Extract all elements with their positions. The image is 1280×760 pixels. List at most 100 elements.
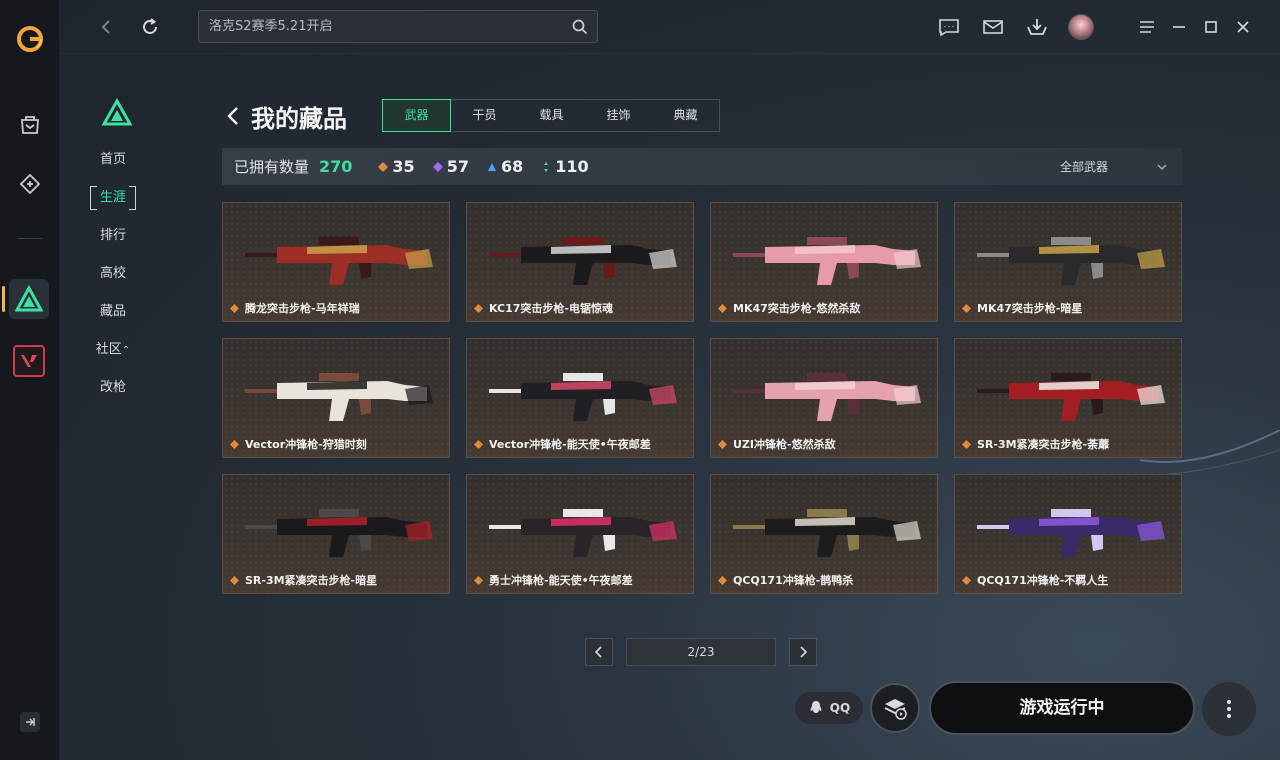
tab[interactable]: 武器 bbox=[382, 99, 451, 132]
rarity-gem-icon bbox=[230, 439, 239, 449]
collapse-sidebar-icon[interactable] bbox=[20, 712, 40, 732]
weapon-name: MK47突击步枪-暗星 bbox=[977, 302, 1083, 315]
close-icon[interactable] bbox=[1230, 14, 1256, 40]
weapon-image bbox=[733, 237, 921, 285]
rail-divider bbox=[18, 238, 42, 239]
weapon-caption: QCQ171冲锋枪-鹊鸭杀 bbox=[718, 572, 853, 588]
next-page-button[interactable] bbox=[789, 638, 817, 666]
main-area: 首页生涯排行高校藏品社区⌃ 改枪 我的藏品 武器干员载具挂饰典藏 已拥有数量 27… bbox=[60, 0, 1280, 760]
tab[interactable]: 典藏 bbox=[652, 100, 719, 131]
weapon-caption: QCQ171冲锋枪-不羁人生 bbox=[962, 572, 1108, 588]
weapon-caption: 勇士冲锋枪-能天使•午夜邮差 bbox=[474, 572, 633, 588]
avatar-image bbox=[1068, 14, 1094, 40]
weapon-filter-dropdown[interactable]: 全部武器 bbox=[1060, 148, 1168, 185]
back-arrow-icon[interactable] bbox=[94, 15, 118, 39]
delta-brand-icon bbox=[101, 97, 133, 128]
weapon-image bbox=[977, 237, 1165, 285]
nav-item[interactable]: 生涯 bbox=[90, 186, 136, 210]
weapon-card[interactable]: UZI冲锋枪-悠然杀敌 bbox=[710, 338, 938, 458]
weapon-card[interactable]: 腾龙突击步枪-马年祥瑞 bbox=[222, 202, 450, 322]
nav-item[interactable]: 首页 bbox=[90, 148, 136, 172]
prev-page-button[interactable] bbox=[585, 638, 613, 666]
qq-button[interactable]: QQ bbox=[795, 692, 863, 724]
rarity-count: 57 bbox=[432, 157, 469, 176]
weapon-card[interactable]: 勇士冲锋枪-能天使•午夜邮差 bbox=[466, 474, 694, 594]
weapon-image bbox=[489, 509, 677, 557]
nav-item-label: 排行 bbox=[99, 228, 126, 243]
category-tabs: 武器 干员 载具 挂饰 典藏 bbox=[382, 99, 720, 132]
user-avatar[interactable] bbox=[1068, 14, 1094, 40]
chat-icon[interactable] bbox=[936, 14, 962, 40]
active-indicator bbox=[2, 286, 5, 312]
nav-item-label: 改枪 bbox=[99, 380, 126, 395]
rarity-gem-icon bbox=[474, 439, 483, 449]
rarity-count-value: 57 bbox=[446, 157, 469, 176]
weapon-caption: Vector冲锋枪-能天使•午夜邮差 bbox=[474, 436, 651, 452]
weapon-card[interactable]: SR-3M紧凑突击步枪-暗星 bbox=[222, 474, 450, 594]
weapon-card[interactable]: Vector冲锋枪-能天使•午夜邮差 bbox=[466, 338, 694, 458]
valorant-app-icon[interactable] bbox=[13, 345, 45, 377]
rarity-gem-icon bbox=[718, 303, 727, 313]
minimize-icon[interactable] bbox=[1166, 14, 1192, 40]
ownership-stats-bar: 已拥有数量 270 35 57 68 110 全部武器 bbox=[222, 148, 1182, 185]
rarity-gem-icon bbox=[474, 303, 483, 313]
pagination: 2/23 bbox=[585, 638, 817, 666]
tab[interactable]: 载具 bbox=[518, 100, 585, 131]
rarity-count-value: 68 bbox=[500, 157, 524, 176]
weapon-card[interactable]: SR-3M紧凑突击步枪-荼蘼 bbox=[954, 338, 1182, 458]
weapon-name: MK47突击步枪-悠然杀敌 bbox=[733, 302, 861, 315]
nav-item[interactable]: 高校 bbox=[90, 262, 136, 286]
weapon-card[interactable]: MK47突击步枪-暗星 bbox=[954, 202, 1182, 322]
store-bag-icon[interactable] bbox=[16, 110, 44, 138]
back-chevron-icon[interactable] bbox=[225, 106, 241, 126]
download-icon[interactable] bbox=[1024, 14, 1050, 40]
search-input[interactable] bbox=[209, 11, 559, 42]
chevron-down-icon bbox=[1157, 163, 1167, 170]
owned-total: 270 bbox=[319, 157, 353, 176]
weapon-card[interactable]: QCQ171冲锋枪-不羁人生 bbox=[954, 474, 1182, 594]
weapon-image bbox=[245, 373, 433, 421]
qq-penguin-icon bbox=[810, 701, 822, 713]
search-box[interactable] bbox=[198, 10, 598, 43]
nav-item-label: 高校 bbox=[99, 266, 126, 281]
tab[interactable]: 干员 bbox=[451, 100, 518, 131]
rarity-gem-icon bbox=[474, 575, 483, 585]
nav-item[interactable]: 藏品 bbox=[90, 300, 136, 324]
rarity-gem-icon bbox=[230, 303, 239, 313]
rarity-count-value: 35 bbox=[392, 157, 415, 176]
delta-game-app-icon[interactable] bbox=[9, 279, 49, 319]
nav-item[interactable]: 社区⌃ bbox=[90, 338, 136, 362]
rarity-count: 68 bbox=[487, 157, 523, 176]
gamepad-icon[interactable] bbox=[16, 170, 44, 198]
weapon-image bbox=[977, 373, 1165, 421]
rarity-count-value: 110 bbox=[555, 157, 589, 176]
nav-item[interactable]: 改枪 bbox=[90, 376, 136, 400]
filter-label: 全部武器 bbox=[1059, 160, 1108, 174]
nav-item[interactable]: 排行 bbox=[90, 224, 136, 248]
weapon-caption: SR-3M紧凑突击步枪-荼蘼 bbox=[962, 436, 1109, 452]
mail-icon[interactable] bbox=[980, 14, 1006, 40]
rarity-gem-icon bbox=[378, 161, 389, 172]
game-running-button[interactable]: 游戏运行中 bbox=[929, 681, 1195, 735]
refresh-icon[interactable] bbox=[138, 15, 162, 39]
rarity-gem-icon bbox=[544, 161, 549, 172]
chevron-up-icon: ⌃ bbox=[121, 345, 131, 356]
search-icon[interactable] bbox=[571, 18, 589, 36]
weapon-card[interactable]: KC17突击步枪-电锯惊魂 bbox=[466, 202, 694, 322]
maximize-icon[interactable] bbox=[1198, 14, 1224, 40]
accelerator-button[interactable] bbox=[870, 683, 920, 733]
menu-icon[interactable] bbox=[1134, 14, 1160, 40]
launcher-logo-icon[interactable] bbox=[15, 24, 45, 54]
weapon-image bbox=[245, 509, 433, 557]
weapon-image bbox=[733, 373, 921, 421]
weapon-name: UZI冲锋枪-悠然杀敌 bbox=[733, 438, 836, 451]
weapon-card[interactable]: Vector冲锋枪-狩猎时刻 bbox=[222, 338, 450, 458]
rarity-count: 110 bbox=[541, 157, 589, 176]
weapon-caption: MK47突击步枪-悠然杀敌 bbox=[718, 300, 860, 316]
app-rail bbox=[0, 0, 60, 760]
page-title: 我的藏品 bbox=[251, 104, 347, 133]
more-options-button[interactable] bbox=[1202, 682, 1256, 736]
weapon-card[interactable]: QCQ171冲锋枪-鹊鸭杀 bbox=[710, 474, 938, 594]
tab[interactable]: 挂饰 bbox=[585, 100, 652, 131]
weapon-card[interactable]: MK47突击步枪-悠然杀敌 bbox=[710, 202, 938, 322]
